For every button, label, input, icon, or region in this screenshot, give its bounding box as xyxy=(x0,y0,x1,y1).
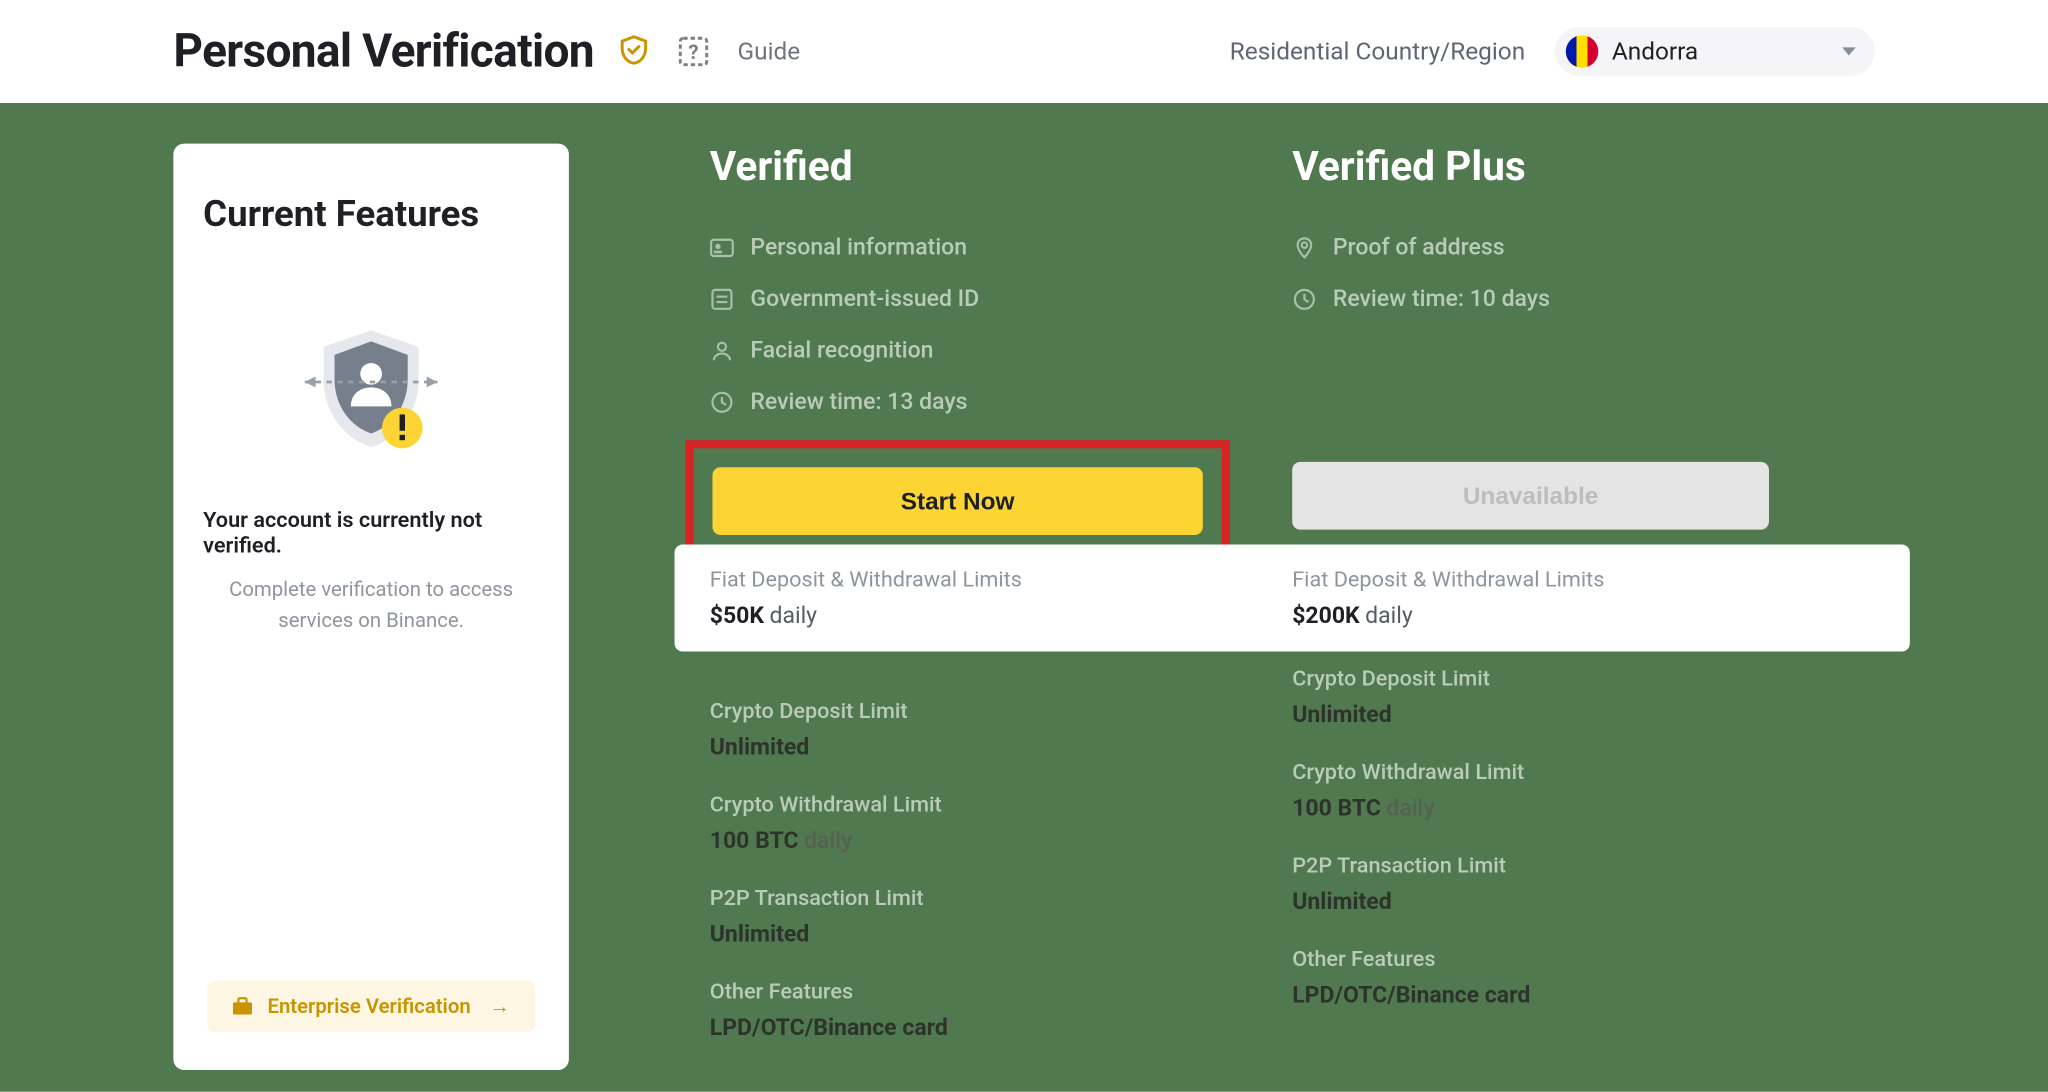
limit-row: Crypto Withdrawal Limit 100 BTCdaily xyxy=(710,791,1292,855)
tier-title: Verified xyxy=(710,144,1292,191)
shield-icon xyxy=(613,31,654,72)
account-status: Your account is currently not verified. xyxy=(203,507,539,558)
req-item: Proof of address xyxy=(1292,234,1874,261)
limit-row: P2P Transaction Limit Unlimited xyxy=(1292,852,1874,916)
country-label: Residential Country/Region xyxy=(1230,37,1525,65)
svg-text:?: ? xyxy=(688,41,698,65)
document-icon xyxy=(710,287,734,311)
guide-link[interactable]: Guide xyxy=(738,37,801,65)
limit-row: Crypto Deposit Limit Unlimited xyxy=(1292,665,1874,729)
unverified-badge-icon xyxy=(297,322,446,471)
tier-title: Verified Plus xyxy=(1292,144,1874,191)
chevron-down-icon xyxy=(1842,47,1856,55)
req-item: Review time: 13 days xyxy=(710,389,1292,416)
tiers: Verified Personal information Government… xyxy=(710,144,1875,1042)
start-now-button[interactable]: Start Now xyxy=(712,467,1202,535)
clock-icon xyxy=(1292,287,1316,311)
pin-icon xyxy=(1292,236,1316,260)
content-area: Current Features Your account is current… xyxy=(0,103,2048,1092)
limits-label: Fiat Deposit & Withdrawal Limits xyxy=(710,566,1292,592)
current-features-card: Current Features Your account is current… xyxy=(173,144,569,1070)
country-name: Andorra xyxy=(1612,37,1698,65)
flag-icon xyxy=(1566,35,1599,68)
country-selector[interactable]: Andorra xyxy=(1555,27,1875,76)
limit-row: Other Features LPD/OTC/Binance card xyxy=(710,978,1292,1042)
limits-label: Fiat Deposit & Withdrawal Limits xyxy=(1292,566,1874,592)
limit-row: Crypto Withdrawal Limit 100 BTCdaily xyxy=(1292,759,1874,823)
id-card-icon xyxy=(710,236,734,260)
req-item: Facial recognition xyxy=(710,337,1292,364)
face-icon xyxy=(710,339,734,363)
help-icon[interactable]: ? xyxy=(673,31,714,72)
page-title: Personal Verification xyxy=(173,24,594,78)
fiat-limits-band: Fiat Deposit & Withdrawal Limits $50Kdai… xyxy=(675,545,1910,652)
unavailable-button: Unavailable xyxy=(1292,462,1769,530)
limit-row: P2P Transaction Limit Unlimited xyxy=(710,884,1292,948)
req-item: Personal information xyxy=(710,234,1292,261)
briefcase-icon xyxy=(232,997,254,1016)
limit-row: Other Features LPD/OTC/Binance card xyxy=(1292,945,1874,1009)
enterprise-label: Enterprise Verification xyxy=(267,994,470,1018)
top-bar: Personal Verification ? Guide Residentia… xyxy=(0,0,2048,103)
clock-icon xyxy=(710,390,734,414)
arrow-right-icon: → xyxy=(490,994,510,1018)
card-title: Current Features xyxy=(203,192,479,235)
req-item: Government-issued ID xyxy=(710,286,1292,313)
account-hint: Complete verification to access services… xyxy=(203,574,539,637)
limit-row: Crypto Deposit Limit Unlimited xyxy=(710,698,1292,762)
enterprise-verification-link[interactable]: Enterprise Verification → xyxy=(208,981,534,1032)
req-item: Review time: 10 days xyxy=(1292,286,1874,313)
